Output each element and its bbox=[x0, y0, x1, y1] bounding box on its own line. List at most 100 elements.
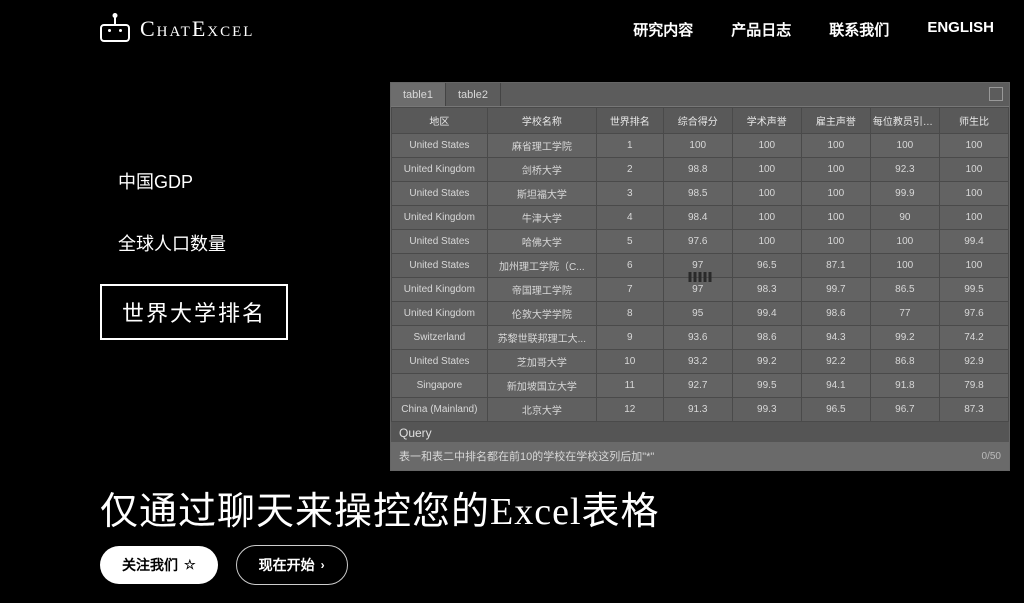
table-cell[interactable]: United States bbox=[392, 254, 488, 278]
table-cell[interactable]: 7 bbox=[596, 278, 663, 302]
table-cell[interactable]: 99.5 bbox=[732, 374, 801, 398]
table-cell[interactable]: 90 bbox=[870, 206, 939, 230]
table-cell[interactable]: 95 bbox=[663, 302, 732, 326]
start-button[interactable]: 现在开始 › bbox=[236, 545, 348, 585]
table-cell[interactable]: 99.4 bbox=[732, 302, 801, 326]
table-cell[interactable]: 87.1 bbox=[801, 254, 870, 278]
example-item-gdp[interactable]: 中国GDP bbox=[100, 160, 288, 202]
table-cell[interactable]: 斯坦福大学 bbox=[487, 182, 596, 206]
table-cell[interactable]: 79.8 bbox=[939, 374, 1008, 398]
table-cell[interactable]: 100 bbox=[732, 206, 801, 230]
table-cell[interactable]: United Kingdom bbox=[392, 302, 488, 326]
table-cell[interactable]: 100 bbox=[939, 182, 1008, 206]
table-cell[interactable]: 96.7 bbox=[870, 398, 939, 422]
table-cell[interactable]: 99.5 bbox=[939, 278, 1008, 302]
table-cell[interactable]: 99.3 bbox=[732, 398, 801, 422]
table-cell[interactable]: China (Mainland) bbox=[392, 398, 488, 422]
example-item-population[interactable]: 全球人口数量 bbox=[100, 222, 288, 264]
table-cell[interactable]: 100 bbox=[801, 158, 870, 182]
table-cell[interactable]: United States bbox=[392, 350, 488, 374]
table-cell[interactable]: 99.7 bbox=[801, 278, 870, 302]
table-cell[interactable]: 帝国理工学院 bbox=[487, 278, 596, 302]
table-cell[interactable]: 100 bbox=[939, 254, 1008, 278]
table-cell[interactable]: 哈佛大学 bbox=[487, 230, 596, 254]
table-cell[interactable]: 86.5 bbox=[870, 278, 939, 302]
table-cell[interactable]: 100 bbox=[732, 230, 801, 254]
table-cell[interactable]: 96.5 bbox=[732, 254, 801, 278]
table-row[interactable]: United States哈佛大学597.610010010099.4 bbox=[392, 230, 1009, 254]
tab-table1[interactable]: table1 bbox=[391, 83, 446, 106]
col-score[interactable]: 综合得分 bbox=[663, 108, 732, 134]
table-cell[interactable]: 97.6 bbox=[939, 302, 1008, 326]
table-row[interactable]: China (Mainland)北京大学1291.399.396.596.787… bbox=[392, 398, 1009, 422]
table-cell[interactable]: 100 bbox=[939, 158, 1008, 182]
table-cell[interactable]: 100 bbox=[870, 254, 939, 278]
table-cell[interactable]: 98.5 bbox=[663, 182, 732, 206]
table-cell[interactable]: United Kingdom bbox=[392, 206, 488, 230]
table-cell[interactable]: 99.2 bbox=[870, 326, 939, 350]
table-cell[interactable]: 2 bbox=[596, 158, 663, 182]
table-cell[interactable]: 98.4 bbox=[663, 206, 732, 230]
table-cell[interactable]: 5 bbox=[596, 230, 663, 254]
table-cell[interactable]: 91.3 bbox=[663, 398, 732, 422]
table-cell[interactable]: 1 bbox=[596, 134, 663, 158]
table-cell[interactable]: 芝加哥大学 bbox=[487, 350, 596, 374]
table-cell[interactable]: 牛津大学 bbox=[487, 206, 596, 230]
table-cell[interactable]: 92.9 bbox=[939, 350, 1008, 374]
table-cell[interactable]: 11 bbox=[596, 374, 663, 398]
follow-button[interactable]: 关注我们 ☆ bbox=[100, 546, 218, 584]
table-cell[interactable]: 100 bbox=[939, 206, 1008, 230]
table-cell[interactable]: United Kingdom bbox=[392, 278, 488, 302]
table-row[interactable]: Switzerland苏黎世联邦理工大...993.698.694.399.27… bbox=[392, 326, 1009, 350]
table-cell[interactable]: 94.3 bbox=[801, 326, 870, 350]
logo[interactable]: ChatExcel bbox=[100, 16, 254, 42]
nav-changelog[interactable]: 产品日志 bbox=[731, 19, 791, 40]
table-cell[interactable]: 99.4 bbox=[939, 230, 1008, 254]
col-academic[interactable]: 学术声誉 bbox=[732, 108, 801, 134]
table-cell[interactable]: United States bbox=[392, 230, 488, 254]
table-row[interactable]: United Kingdom伦敦大学学院89599.498.67797.6 bbox=[392, 302, 1009, 326]
table-cell[interactable]: Switzerland bbox=[392, 326, 488, 350]
table-cell[interactable]: 93.2 bbox=[663, 350, 732, 374]
table-cell[interactable]: 伦敦大学学院 bbox=[487, 302, 596, 326]
table-cell[interactable]: 100 bbox=[939, 134, 1008, 158]
table-cell[interactable]: 10 bbox=[596, 350, 663, 374]
table-cell[interactable]: Singapore bbox=[392, 374, 488, 398]
table-cell[interactable]: 100 bbox=[732, 134, 801, 158]
table-cell[interactable]: United States bbox=[392, 182, 488, 206]
table-row[interactable]: United Kingdom剑桥大学298.810010092.3100 bbox=[392, 158, 1009, 182]
nav-contact[interactable]: 联系我们 bbox=[829, 19, 889, 40]
table-cell[interactable]: 98.6 bbox=[801, 302, 870, 326]
table-cell[interactable]: 87.3 bbox=[939, 398, 1008, 422]
table-cell[interactable]: 100 bbox=[801, 182, 870, 206]
table-cell[interactable]: 97.6 bbox=[663, 230, 732, 254]
table-cell[interactable]: 100 bbox=[663, 134, 732, 158]
table-cell[interactable]: 92.7 bbox=[663, 374, 732, 398]
table-cell[interactable]: 3 bbox=[596, 182, 663, 206]
nav-language[interactable]: ENGLISH bbox=[927, 19, 994, 40]
table-cell[interactable]: 12 bbox=[596, 398, 663, 422]
table-cell[interactable]: 剑桥大学 bbox=[487, 158, 596, 182]
table-cell[interactable]: 9 bbox=[596, 326, 663, 350]
expand-icon[interactable] bbox=[989, 87, 1003, 101]
col-ratio[interactable]: 师生比 bbox=[939, 108, 1008, 134]
table-cell[interactable]: 100 bbox=[732, 158, 801, 182]
table-cell[interactable]: 77 bbox=[870, 302, 939, 326]
table-cell[interactable]: 麻省理工学院 bbox=[487, 134, 596, 158]
table-row[interactable]: United Kingdom牛津大学498.410010090100 bbox=[392, 206, 1009, 230]
table-cell[interactable]: 100 bbox=[870, 230, 939, 254]
table-cell[interactable]: 86.8 bbox=[870, 350, 939, 374]
col-citations[interactable]: 每位教员引用率 bbox=[870, 108, 939, 134]
table-cell[interactable]: 74.2 bbox=[939, 326, 1008, 350]
table-row[interactable]: United States斯坦福大学398.510010099.9100 bbox=[392, 182, 1009, 206]
table-cell[interactable]: 99.9 bbox=[870, 182, 939, 206]
table-cell[interactable]: 新加坡国立大学 bbox=[487, 374, 596, 398]
query-input[interactable]: 表一和表二中排名都在前10的学校在学校这列后加"*" bbox=[399, 448, 974, 464]
table-row[interactable]: United States麻省理工学院1100100100100100 bbox=[392, 134, 1009, 158]
table-cell[interactable]: 98.6 bbox=[732, 326, 801, 350]
table-cell[interactable]: 96.5 bbox=[801, 398, 870, 422]
tab-table2[interactable]: table2 bbox=[446, 83, 501, 106]
table-cell[interactable]: 93.6 bbox=[663, 326, 732, 350]
table-cell[interactable]: 92.2 bbox=[801, 350, 870, 374]
table-cell[interactable]: 加州理工学院（C... bbox=[487, 254, 596, 278]
